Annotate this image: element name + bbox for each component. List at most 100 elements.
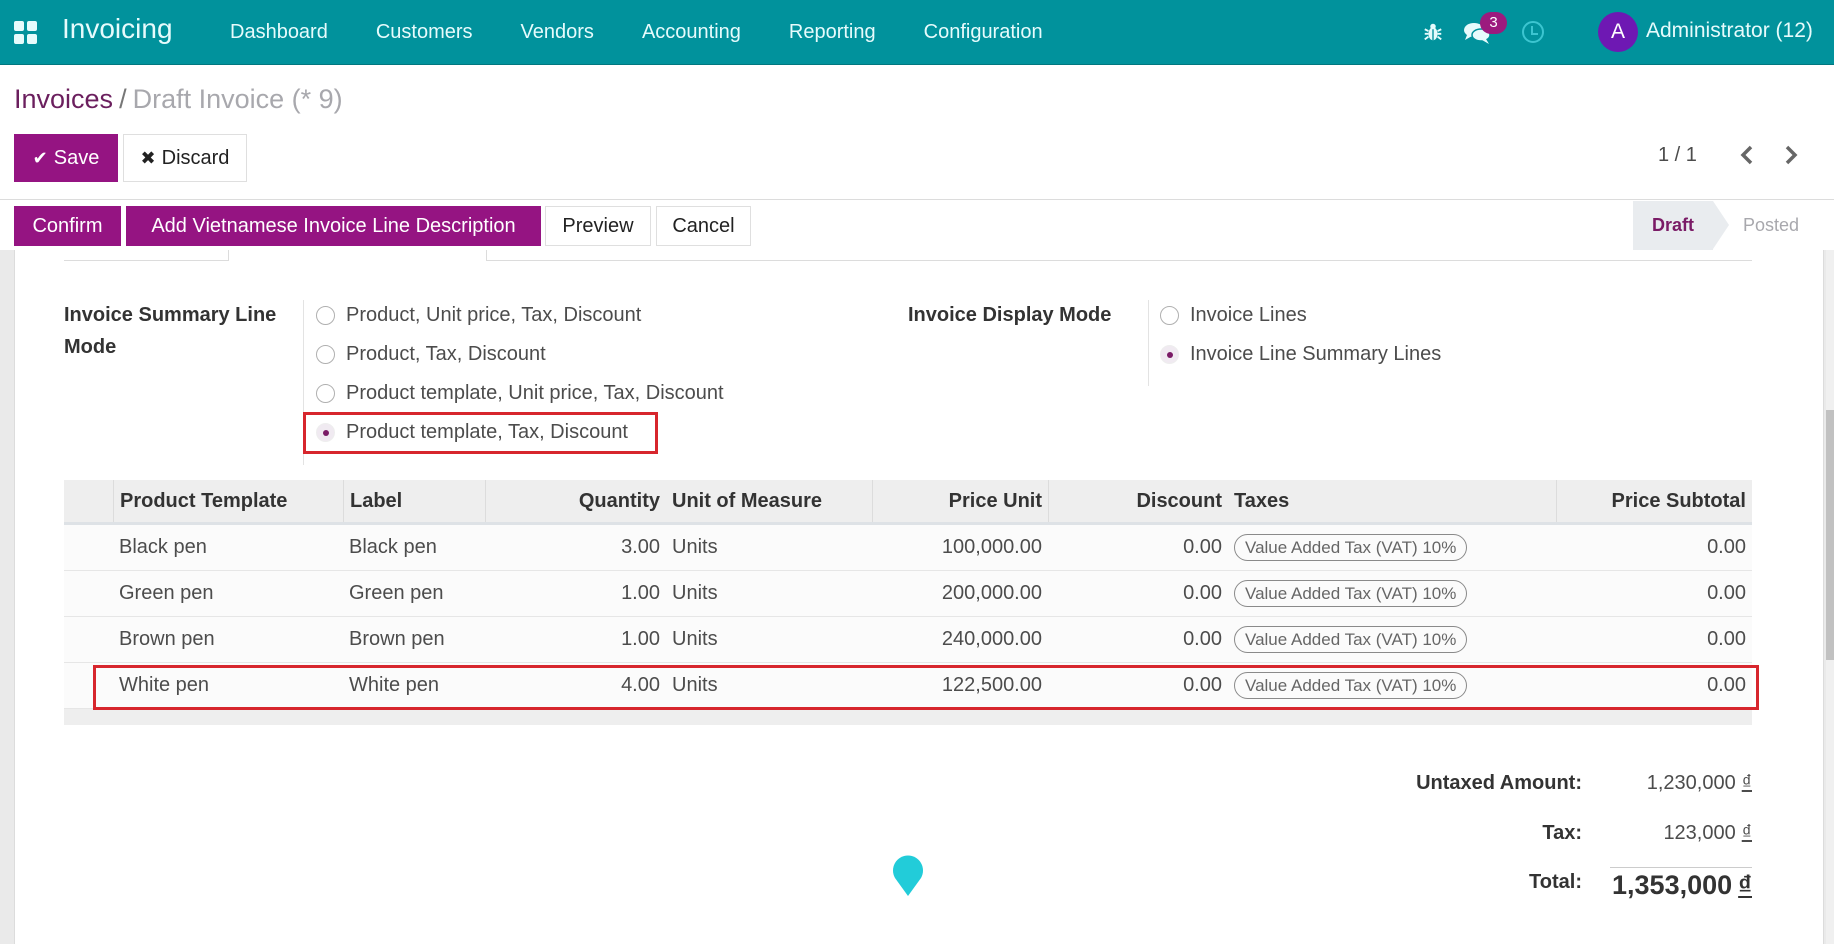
radio-label: Product, Unit price, Tax, Discount [346,304,642,326]
radio-summary-option-1[interactable]: Product, Unit price, Tax, Discount [316,304,641,327]
field-divider [1148,300,1149,386]
radio-button[interactable] [316,384,335,403]
radio-button[interactable] [316,345,335,364]
cell-discount: 0.00 [1183,582,1222,604]
amount: 123,000 [1663,822,1736,844]
column-header-label[interactable]: Label [343,480,485,522]
avatar[interactable]: A [1598,12,1638,52]
status-draft[interactable]: Draft [1633,201,1729,250]
close-icon: ✖ [140,147,156,168]
cell-uom: Units [672,536,718,558]
currency-symbol: ₫ [1741,772,1752,794]
preview-button[interactable]: Preview [545,206,651,246]
radio-display-invoice-lines[interactable]: Invoice Lines [1160,304,1307,327]
cell-label: Green pen [349,582,444,604]
cell-discount: 0.00 [1183,536,1222,558]
confirm-button[interactable]: Confirm [14,206,121,246]
tab-border [64,260,228,261]
status-posted[interactable]: Posted [1743,201,1799,250]
radio-label: Product template, Unit price, Tax, Disco… [346,382,724,404]
column-header-product-template[interactable]: Product Template [113,480,343,522]
table-footer [64,709,1752,725]
radio-display-summary-lines[interactable]: Invoice Line Summary Lines [1160,343,1441,366]
menu-vendors[interactable]: Vendors [521,21,594,44]
cell-taxes: Value Added Tax (VAT) 10% [1228,525,1473,570]
cell-quantity: 1.00 [621,628,660,650]
scrollbar[interactable] [1826,250,1834,944]
divider [0,199,1834,200]
chevron-right-icon[interactable] [1780,142,1802,168]
location-pin-icon [893,855,923,896]
radio-label: Invoice Line Summary Lines [1190,343,1442,365]
table-row[interactable]: Brown pen Brown pen 1.00 Units 240,000.0… [64,617,1752,663]
radio-button-checked[interactable] [316,423,335,442]
tax-value: 123,000 ₫ [1663,822,1752,845]
radio-button[interactable] [316,306,335,325]
radio-summary-option-2[interactable]: Product, Tax, Discount [316,343,546,366]
cell-product: White pen [119,674,210,696]
menu-reporting[interactable]: Reporting [789,21,876,44]
radio-label: Product template, Tax, Discount [346,421,628,443]
cell-quantity: 4.00 [621,674,660,696]
save-button[interactable]: ✔ Save [14,134,118,182]
menu-customers[interactable]: Customers [376,21,473,44]
cell-subtotal: 0.00 [1707,628,1746,650]
bug-icon[interactable] [1422,21,1444,43]
status-bar: Draft Posted [1633,201,1823,250]
cell-price-unit: 122,500.00 [941,674,1042,696]
breadcrumb: Invoices / Draft Invoice (* 9) [14,84,343,115]
menu-accounting[interactable]: Accounting [642,21,741,44]
cell-uom: Units [672,582,718,604]
discard-button[interactable]: ✖ Discard [123,134,247,182]
cancel-button[interactable]: Cancel [656,206,751,246]
cell-uom: Units [672,674,718,696]
scrollbar-thumb[interactable] [1826,410,1834,660]
radio-summary-option-3[interactable]: Product template, Unit price, Tax, Disco… [316,382,724,405]
table-row[interactable]: White pen White pen 4.00 Units 122,500.0… [64,663,1752,709]
cell-product: Green pen [119,582,214,604]
cell-price-unit: 200,000.00 [941,582,1042,604]
column-header-price-subtotal[interactable]: Price Subtotal [1556,480,1752,522]
cell-quantity: 1.00 [621,582,660,604]
user-menu[interactable]: Administrator (12) [1646,19,1813,43]
column-header-uom[interactable]: Unit of Measure [666,480,872,522]
radio-button-checked[interactable] [1160,345,1179,364]
cell-uom: Units [672,628,718,650]
amount: 1,230,000 [1646,772,1736,794]
app-brand[interactable]: Invoicing [62,13,173,45]
tab-border [228,250,229,261]
currency-symbol: ₫ [1738,870,1752,900]
tax-tag: Value Added Tax (VAT) 10% [1234,534,1468,562]
radio-label: Product, Tax, Discount [346,343,546,365]
cell-product: Brown pen [119,628,215,650]
radio-button[interactable] [1160,306,1179,325]
cell-label: Brown pen [349,628,445,650]
top-navbar: Invoicing Dashboard Customers Vendors Ac… [0,0,1834,65]
menu-dashboard[interactable]: Dashboard [230,21,328,44]
column-header-discount[interactable]: Discount [1048,480,1228,522]
column-header-quantity[interactable]: Quantity [485,480,666,522]
discard-label: Discard [161,146,230,169]
table-row[interactable]: Green pen Green pen 1.00 Units 200,000.0… [64,571,1752,617]
column-header-taxes[interactable]: Taxes [1228,480,1556,522]
pager-value[interactable]: 1 / 1 [1658,144,1697,167]
clock-icon[interactable] [1522,21,1544,43]
table-row[interactable]: Black pen Black pen 3.00 Units 100,000.0… [64,525,1752,571]
check-icon: ✔ [32,147,48,168]
menu-configuration[interactable]: Configuration [924,21,1043,44]
breadcrumb-invoices[interactable]: Invoices [14,84,113,114]
tax-tag: Value Added Tax (VAT) 10% [1234,580,1468,608]
totals-divider [1610,867,1752,868]
cell-label: White pen [349,674,440,696]
radio-summary-option-4[interactable]: Product template, Tax, Discount [316,421,628,444]
add-vietnamese-description-button[interactable]: Add Vietnamese Invoice Line Description [126,206,541,246]
tab-border [486,260,1752,261]
chevron-left-icon[interactable] [1736,142,1758,168]
apps-grid-icon[interactable] [14,21,37,44]
cell-subtotal: 0.00 [1707,674,1746,696]
breadcrumb-separator: / [119,84,127,114]
column-handle [64,480,113,522]
field-divider [303,300,304,465]
column-header-price-unit[interactable]: Price Unit [872,480,1048,522]
summary-lines-table: Product Template Label Quantity Unit of … [64,480,1752,725]
